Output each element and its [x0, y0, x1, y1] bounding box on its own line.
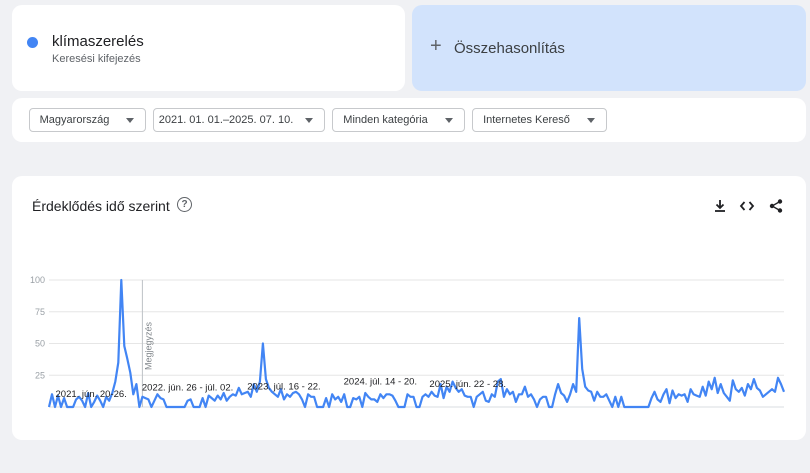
search-type-label: Internetes Kereső: [483, 114, 570, 126]
chevron-down-icon: [587, 118, 595, 123]
y-tick-label: 75: [35, 307, 45, 317]
note-marker-label: Megjegyzés: [143, 321, 153, 370]
peak-annotation-label: 2024. júl. 14 - 20.: [344, 376, 417, 387]
compare-button[interactable]: + Összehasonlítás: [412, 5, 806, 91]
category-dropdown[interactable]: Minden kategória: [332, 108, 465, 132]
search-type-dropdown[interactable]: Internetes Kereső: [472, 108, 607, 132]
chevron-down-icon: [445, 118, 453, 123]
search-term-name[interactable]: klímaszerelés: [52, 33, 144, 50]
peak-annotation-label: 2021. jún. 20-26.: [56, 389, 127, 400]
plus-icon: +: [430, 35, 442, 57]
series-color-dot: [27, 37, 38, 48]
trend-chart[interactable]: 25 50 75 100 Megjegyzés 2021. jún. 20-26. 2022…: [12, 176, 806, 440]
date-range-label: 2021. 01. 01.–2025. 07. 10.: [158, 114, 294, 126]
country-filter-label: Magyarország: [39, 114, 110, 126]
filter-bar: Magyarország 2021. 01. 01.–2025. 07. 10.…: [12, 98, 806, 142]
interest-over-time-card: Érdeklődés idő szerint ? 25 50 75 100 Megjeg…: [12, 176, 806, 440]
chevron-down-icon: [126, 118, 134, 123]
peak-annotation-label: 2023. júl. 16 - 22.: [247, 381, 320, 392]
search-term-type: Keresési kifejezés: [52, 53, 141, 65]
y-tick-label: 25: [35, 370, 45, 380]
peak-annotation-label: 2025. jún. 22 - 28.: [429, 379, 506, 390]
date-range-dropdown[interactable]: 2021. 01. 01.–2025. 07. 10.: [153, 108, 325, 132]
compare-label: Összehasonlítás: [454, 40, 565, 57]
peak-annotation-label: 2022. jún. 26 - júl. 02.: [142, 383, 233, 394]
category-label: Minden kategória: [343, 114, 428, 126]
y-tick-label: 100: [30, 275, 45, 285]
country-filter-dropdown[interactable]: Magyarország: [29, 108, 146, 132]
chevron-down-icon: [305, 118, 313, 123]
search-term-card[interactable]: klímaszerelés Keresési kifejezés: [12, 5, 405, 91]
y-tick-label: 50: [35, 339, 45, 349]
